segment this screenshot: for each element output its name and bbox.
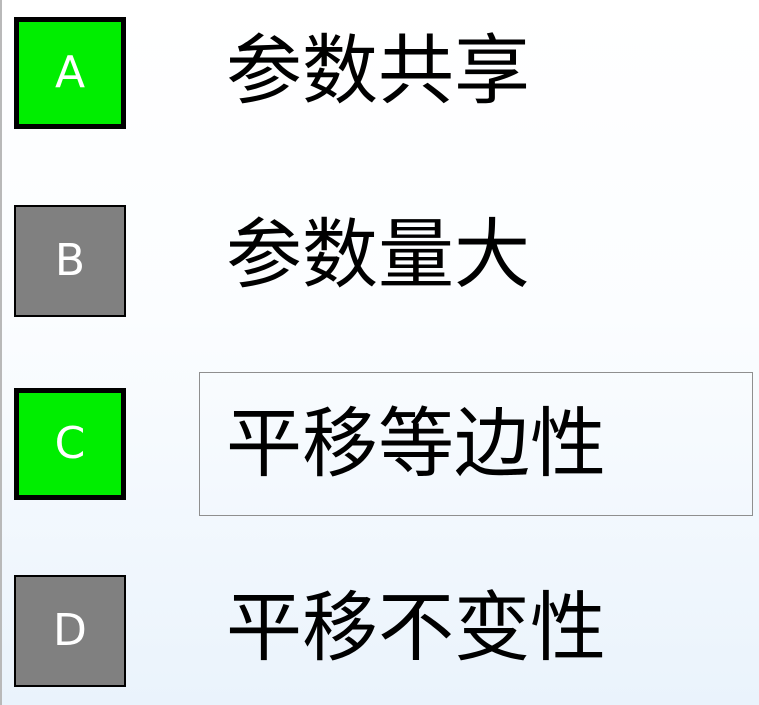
option-b-letter: B xyxy=(54,235,86,286)
option-c[interactable]: C 平移等边性 xyxy=(0,376,759,516)
option-d-letter: D xyxy=(53,605,87,656)
option-a-letter-box[interactable]: A xyxy=(14,17,126,129)
option-b-text[interactable]: 参数量大 xyxy=(226,217,530,293)
option-b[interactable]: B 参数量大 xyxy=(0,190,759,330)
option-b-letter-box[interactable]: B xyxy=(14,205,126,317)
option-d-text[interactable]: 平移不变性 xyxy=(226,590,606,666)
option-c-letter-box[interactable]: C xyxy=(14,388,126,500)
option-a-text[interactable]: 参数共享 xyxy=(226,33,530,109)
option-d[interactable]: D 平移不变性 xyxy=(0,563,759,703)
option-c-text[interactable]: 平移等边性 xyxy=(226,406,606,482)
option-a[interactable]: A 参数共享 xyxy=(0,5,759,145)
option-a-letter: A xyxy=(54,47,86,98)
option-c-letter: C xyxy=(54,418,86,469)
option-d-letter-box[interactable]: D xyxy=(14,575,126,687)
